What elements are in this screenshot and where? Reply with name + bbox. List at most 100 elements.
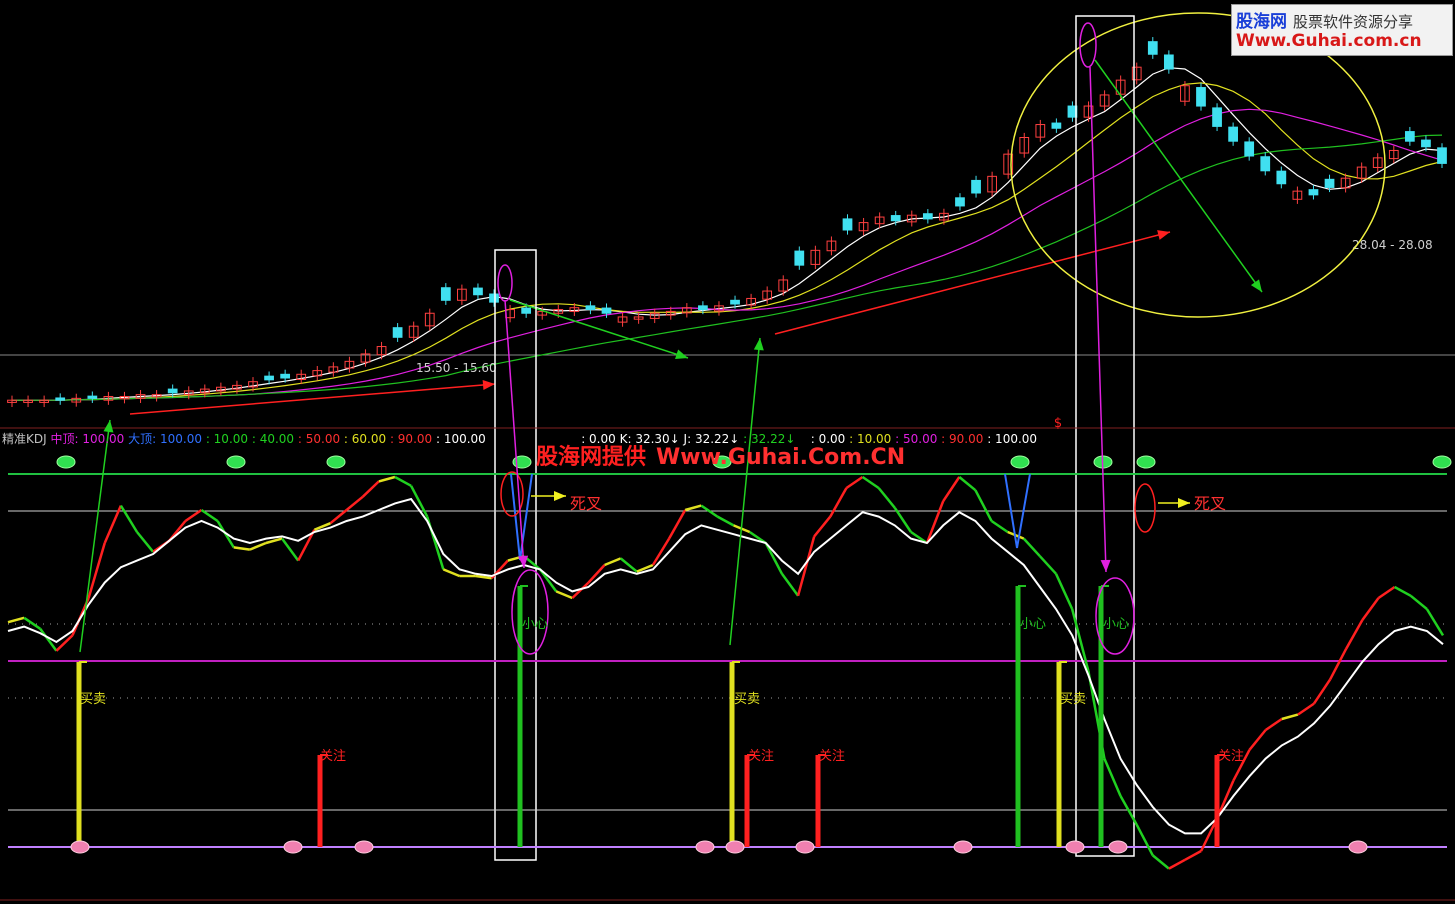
highlight-box-2 bbox=[1075, 15, 1135, 857]
kdj-k-segment bbox=[136, 531, 155, 553]
kdj-k-segment bbox=[200, 508, 219, 523]
kdj-k-segment bbox=[990, 519, 1009, 534]
kdj-k-segment bbox=[958, 476, 977, 492]
candle-body bbox=[1212, 107, 1222, 127]
buy-sell-label: 买卖 bbox=[80, 692, 106, 707]
trend-arrow-up-red-head bbox=[482, 379, 495, 390]
bottom-gem-marker bbox=[354, 840, 374, 854]
kdj-k-segment bbox=[684, 504, 702, 512]
candle-body bbox=[167, 388, 178, 394]
indicator-header-item: : 10.00 bbox=[205, 432, 252, 446]
top-gem-marker bbox=[56, 455, 76, 469]
top-gem-marker bbox=[1136, 455, 1156, 469]
kdj-k-segment bbox=[796, 536, 816, 597]
kdj-k-segment bbox=[1135, 824, 1154, 856]
kdj-k-segment bbox=[184, 508, 203, 523]
kdj-k-segment bbox=[1377, 585, 1396, 600]
kdj-k-segment bbox=[1409, 594, 1428, 610]
moving-average-line bbox=[12, 82, 1443, 401]
kdj-k-segment bbox=[1248, 729, 1267, 751]
buy-sell-bar bbox=[1056, 662, 1062, 847]
chart-stage: 15.50 - 15.60 28.04 - 28.08 死叉 死叉 小心 小心 小心 买卖 买卖… bbox=[0, 0, 1455, 904]
price-range-label-right: 28.04 - 28.08 bbox=[1352, 238, 1433, 252]
candle-body bbox=[730, 299, 740, 305]
trend-arrow-up-red bbox=[774, 231, 1171, 335]
kdj-k-segment bbox=[942, 476, 961, 502]
bottom-gem-marker bbox=[695, 840, 715, 854]
top-area-circle bbox=[1010, 12, 1386, 318]
death-cross-label: 死叉 bbox=[1194, 494, 1226, 513]
indicator-header-item: : 90.00 bbox=[389, 432, 436, 446]
kdj-k-segment bbox=[442, 568, 460, 578]
buy-sell-bar bbox=[76, 662, 82, 847]
kdj-k-segment bbox=[1312, 678, 1332, 705]
kdj-k-segment bbox=[716, 515, 735, 527]
candle-body bbox=[922, 213, 933, 220]
attention-label: 关注 bbox=[1218, 749, 1244, 764]
kdj-k-segment bbox=[1329, 648, 1348, 680]
candle-body bbox=[1324, 178, 1335, 188]
kdj-k-segment bbox=[1168, 858, 1186, 870]
kdj-k-segment bbox=[1394, 585, 1412, 597]
candle-body bbox=[55, 397, 66, 401]
kdj-k-segment bbox=[813, 515, 832, 538]
candle-body bbox=[1163, 54, 1174, 70]
top-gem-marker bbox=[326, 455, 346, 469]
candle-body bbox=[473, 287, 483, 296]
bottom-gem-marker bbox=[953, 840, 973, 854]
death-cross-label: 死叉 bbox=[570, 494, 602, 513]
kdj-k-segment bbox=[378, 475, 396, 483]
buy-sell-bar bbox=[729, 662, 735, 847]
kdj-k-segment bbox=[1038, 555, 1057, 575]
candle-body bbox=[1308, 189, 1319, 196]
candle-body bbox=[489, 293, 499, 303]
kdj-k-segment bbox=[1345, 619, 1364, 650]
candle-body bbox=[87, 395, 98, 399]
indicator-header-item: : 50.00 bbox=[297, 432, 344, 446]
kdj-k-segment bbox=[1103, 758, 1122, 797]
trend-arrow-down-green-head bbox=[675, 349, 688, 360]
kdj-k-segment bbox=[604, 557, 622, 567]
kdj-k-segment bbox=[7, 616, 25, 624]
kdj-k-segment bbox=[1184, 849, 1202, 861]
top-to-bottom-arrow-head bbox=[1100, 559, 1111, 572]
kdj-k-segment bbox=[1297, 702, 1315, 716]
candle-body bbox=[1421, 139, 1431, 148]
watermark-url: Www.Guhai.com.cn bbox=[1236, 31, 1422, 51]
bottom-gem-marker bbox=[1348, 840, 1368, 854]
careful-label: 小心 bbox=[1103, 617, 1129, 632]
kdj-k-segment bbox=[1022, 537, 1041, 558]
bottom-gem-marker bbox=[1108, 840, 1128, 854]
price-range-label-left: 15.50 - 15.60 bbox=[416, 361, 497, 375]
top-to-bottom-arrow bbox=[1089, 66, 1107, 573]
kdj-k-segment bbox=[925, 500, 945, 544]
kdj-k-segment bbox=[345, 495, 364, 511]
careful-circle bbox=[511, 569, 549, 655]
kdj-k-segment bbox=[1151, 854, 1170, 870]
death-cross-circle bbox=[1134, 483, 1156, 533]
candle-body bbox=[1437, 147, 1447, 164]
attention-label: 关注 bbox=[320, 749, 346, 764]
kdj-k-segment bbox=[861, 475, 880, 490]
buy-arrow bbox=[79, 419, 111, 653]
candle-body bbox=[440, 287, 451, 301]
indicator-header-item: 精准KDJ bbox=[2, 432, 51, 446]
candle-body bbox=[1196, 87, 1206, 107]
kdj-d-line bbox=[7, 497, 1444, 835]
moving-average-line bbox=[12, 134, 1443, 401]
careful-label: 小心 bbox=[1020, 617, 1046, 632]
candle-body bbox=[1260, 156, 1271, 172]
trend-arrow-down-green-head bbox=[1250, 279, 1262, 292]
candle-body bbox=[890, 215, 901, 222]
indicator-header-item: : 100.00 bbox=[435, 432, 486, 446]
candle-body bbox=[280, 373, 291, 379]
attention-bar bbox=[317, 755, 323, 847]
candle-body bbox=[264, 375, 274, 381]
top-gem-marker bbox=[1432, 455, 1452, 469]
death-cross-arrow-head bbox=[1178, 498, 1190, 508]
attention-label: 关注 bbox=[819, 749, 845, 764]
candle-body bbox=[521, 307, 532, 314]
indicator-header-item: 大顶: 100.00 bbox=[128, 432, 206, 446]
buy-sell-label: 买卖 bbox=[1060, 692, 1086, 707]
indicator-header-item: : 90.00 bbox=[941, 432, 988, 446]
